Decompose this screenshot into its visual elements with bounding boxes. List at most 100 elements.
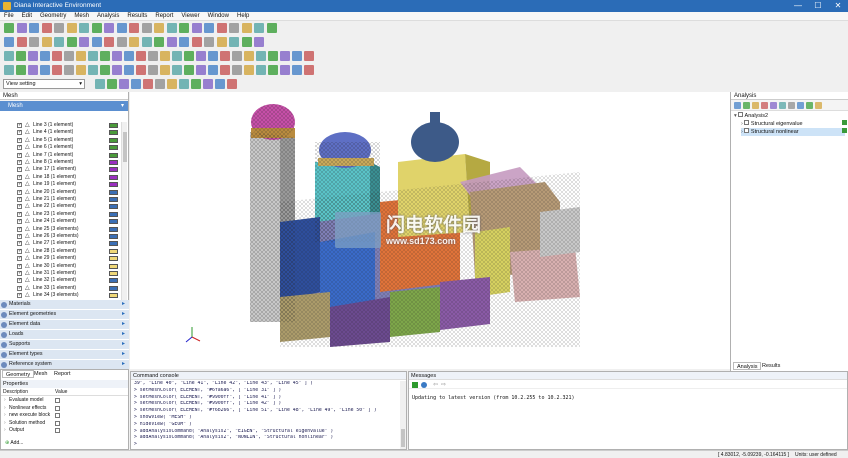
toolbar-button-icon[interactable] [148, 65, 158, 75]
toolbar-button-icon[interactable] [215, 79, 225, 89]
menu-analysis[interactable]: Analysis [93, 12, 123, 19]
color-swatch[interactable] [109, 219, 118, 225]
mesh-tree-row[interactable]: △Line 8 (1 element) [0, 159, 120, 166]
toolbar-button-icon[interactable] [141, 23, 152, 33]
toolbar-button-icon[interactable] [166, 37, 177, 47]
toolbar-button-icon[interactable] [280, 65, 290, 75]
toolbar-button-icon[interactable] [154, 37, 164, 47]
color-swatch[interactable] [109, 278, 118, 284]
toolbar-button-icon[interactable] [28, 65, 38, 75]
mesh-tree-row[interactable]: △Line 34 (3 elements) [0, 292, 120, 299]
color-swatch[interactable] [109, 137, 118, 143]
toolbar-button-icon[interactable] [148, 51, 158, 61]
menu-report[interactable]: Report [151, 12, 177, 19]
section-loads[interactable]: Loads ▸ [0, 330, 129, 340]
toolbar-button-icon[interactable] [136, 51, 146, 61]
visibility-checkbox[interactable] [17, 292, 22, 299]
color-swatch[interactable] [109, 130, 118, 136]
panel-tool-icon[interactable] [734, 102, 741, 109]
visibility-checkbox[interactable] [17, 159, 22, 166]
color-swatch[interactable] [109, 256, 118, 262]
toolbar-button-icon[interactable] [64, 65, 74, 75]
menu-window[interactable]: Window [204, 12, 233, 19]
toolbar-button-icon[interactable] [241, 23, 252, 33]
toolbar-button-icon[interactable] [216, 23, 227, 33]
toolbar-button-icon[interactable] [52, 51, 62, 61]
toolbar-button-icon[interactable] [116, 23, 127, 33]
menu-file[interactable]: File [0, 12, 18, 19]
mesh-tree-row[interactable]: △Line 17 (1 element) [0, 166, 120, 173]
toolbar-button-icon[interactable] [256, 65, 266, 75]
expand-icon[interactable]: › [4, 420, 6, 427]
toolbar-button-icon[interactable] [179, 37, 189, 47]
toolbar-button-icon[interactable] [16, 65, 26, 75]
visibility-checkbox[interactable] [17, 285, 22, 292]
color-swatch[interactable] [109, 285, 118, 291]
toolbar-button-icon[interactable] [268, 51, 278, 61]
toolbar-button-icon[interactable] [254, 23, 264, 33]
scrollbar-thumb[interactable] [123, 132, 127, 162]
toolbar-button-icon[interactable] [54, 37, 64, 47]
toolbar-button-icon[interactable] [216, 37, 227, 47]
property-row[interactable]: › Evaluate model [1, 397, 130, 405]
mesh-tree-row[interactable]: △Line 28 (1 element) [0, 248, 120, 255]
toolbar-button-icon[interactable] [191, 23, 202, 33]
toolbar-button-icon[interactable] [256, 51, 266, 61]
analysis-item[interactable]: › Structural eigenvalue [741, 120, 845, 128]
expand-icon[interactable]: › [4, 405, 6, 412]
toolbar-button-icon[interactable] [119, 79, 129, 89]
mesh-tree-row[interactable]: △Line 21 (1 element) [0, 196, 120, 203]
toolbar-button-icon[interactable] [204, 37, 214, 47]
toolbar-button-icon[interactable] [208, 65, 218, 75]
panel-tool-icon[interactable] [779, 102, 786, 109]
toolbar-button-icon[interactable] [227, 79, 237, 89]
property-row[interactable]: › Output [1, 427, 130, 435]
tab-mesh[interactable]: Mesh [31, 370, 50, 378]
toolbar-button-icon[interactable] [167, 79, 177, 89]
toolbar-button-icon[interactable] [4, 23, 14, 33]
toolbar-button-icon[interactable] [4, 65, 14, 75]
visibility-checkbox[interactable] [17, 203, 22, 210]
toolbar-button-icon[interactable] [232, 65, 242, 75]
toolbar-button-icon[interactable] [191, 37, 202, 47]
toolbar-button-icon[interactable] [244, 51, 254, 61]
visibility-checkbox[interactable] [17, 248, 22, 255]
toolbar-button-icon[interactable] [66, 23, 77, 33]
toolbar-button-icon[interactable] [124, 65, 134, 75]
toolbar-button-icon[interactable] [172, 51, 182, 61]
color-swatch[interactable] [109, 263, 118, 269]
property-checkbox[interactable] [55, 398, 60, 403]
panel-tool-icon[interactable] [806, 102, 813, 109]
visibility-checkbox[interactable] [17, 211, 22, 218]
visibility-checkbox[interactable] [17, 122, 22, 129]
color-swatch[interactable] [109, 226, 118, 232]
color-swatch[interactable] [109, 248, 118, 254]
mesh-tree-row[interactable]: △Line 6 (1 element) [0, 144, 120, 151]
toolbar-button-icon[interactable] [116, 37, 127, 47]
toolbar-button-icon[interactable] [4, 37, 14, 47]
mesh-tree-row[interactable]: △Line 33 (1 element) [0, 285, 120, 292]
panel-tool-icon[interactable] [797, 102, 804, 109]
toolbar-button-icon[interactable] [143, 79, 153, 89]
toolbar-button-icon[interactable] [16, 51, 26, 61]
toolbar-button-icon[interactable] [16, 37, 27, 47]
toolbar-button-icon[interactable] [29, 23, 39, 33]
visibility-checkbox[interactable] [17, 270, 22, 277]
panel-tool-icon[interactable] [752, 102, 759, 109]
toolbar-button-icon[interactable] [107, 79, 117, 89]
color-swatch[interactable] [109, 189, 118, 195]
menu-viewer[interactable]: Viewer [177, 12, 203, 19]
toolbar-button-icon[interactable] [241, 37, 252, 47]
checkbox[interactable] [744, 120, 750, 125]
section-element-data[interactable]: Element data ▸ [0, 320, 129, 330]
mesh-root-row[interactable]: Mesh ▾ [0, 101, 128, 111]
visibility-checkbox[interactable] [17, 137, 22, 144]
expand-icon[interactable]: › [4, 412, 6, 419]
mesh-tree-row[interactable]: △Line 3 (1 element) [0, 122, 120, 129]
toolbar-button-icon[interactable] [4, 51, 14, 61]
toolbar-button-icon[interactable] [41, 37, 52, 47]
toolbar-button-icon[interactable] [100, 65, 110, 75]
panel-tool-icon[interactable] [770, 102, 777, 109]
tree-scrollbar[interactable] [121, 122, 127, 300]
visibility-checkbox[interactable] [17, 263, 22, 270]
